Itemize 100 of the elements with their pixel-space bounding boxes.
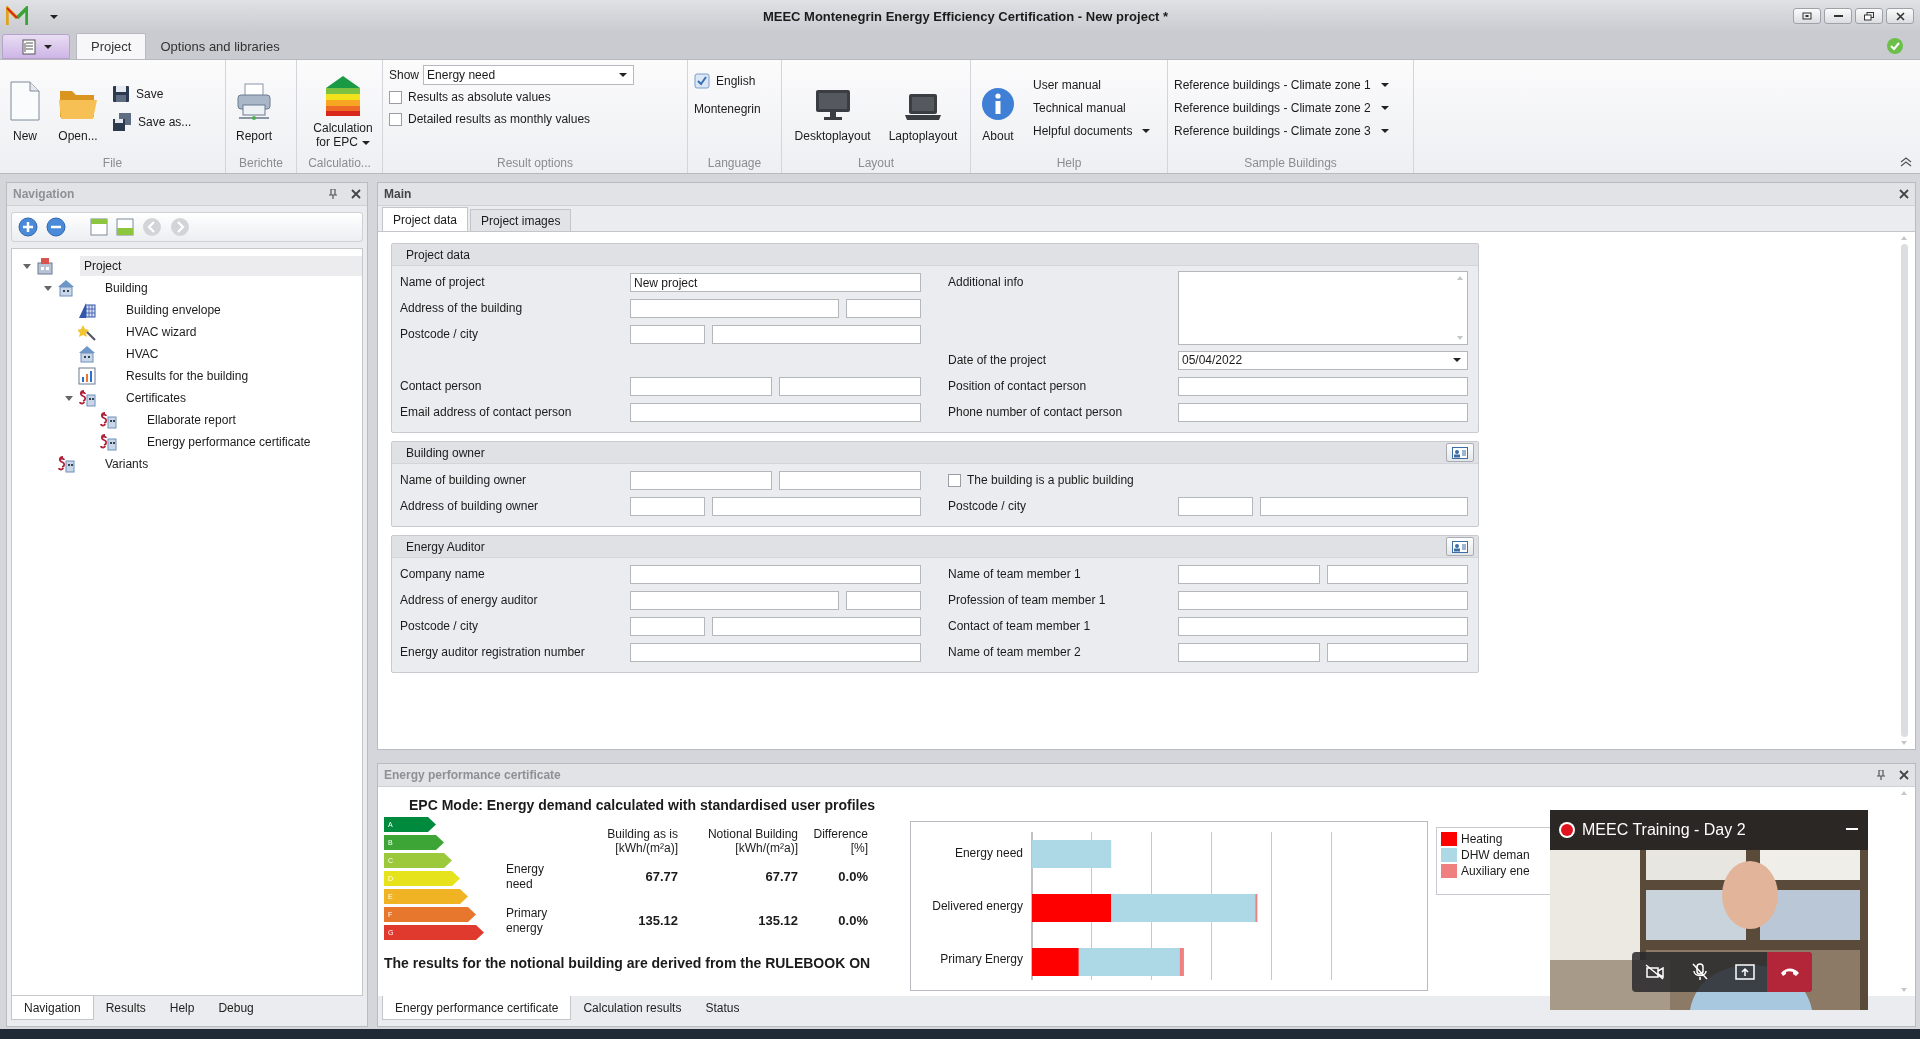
tab[interactable]: Project images xyxy=(470,209,572,231)
text-field[interactable] xyxy=(1326,564,1468,584)
minimize-button[interactable] xyxy=(1824,8,1852,24)
report-button[interactable]: Report xyxy=(232,63,277,153)
text-field[interactable] xyxy=(1326,642,1468,662)
checkbox[interactable] xyxy=(389,90,402,104)
show-dropdown[interactable]: Energy need xyxy=(423,65,635,85)
text-field[interactable] xyxy=(630,496,705,516)
bottom-panel-icon[interactable] xyxy=(116,218,134,236)
pin-icon[interactable] xyxy=(1877,770,1885,780)
checkbox-option[interactable]: Detailed results as monthly values xyxy=(389,109,681,129)
text-field[interactable]: New project xyxy=(630,272,921,292)
open-button[interactable]: Open... xyxy=(54,63,102,153)
tree-item[interactable]: Ellaborate report xyxy=(143,410,362,430)
text-field[interactable] xyxy=(630,402,921,422)
remove-icon[interactable] xyxy=(46,217,66,237)
text-field[interactable] xyxy=(712,496,921,516)
checkbox-option[interactable]: Results as absolute values xyxy=(389,87,681,107)
text-field[interactable] xyxy=(779,376,921,396)
tab[interactable]: Project data xyxy=(382,207,469,231)
text-field[interactable] xyxy=(630,616,705,636)
panel-tab[interactable]: Status xyxy=(693,996,752,1020)
help-link[interactable]: User manual xyxy=(1033,74,1151,96)
wand-icon xyxy=(78,323,96,341)
sample-building-menu[interactable]: Reference buildings - Climate zone 3 xyxy=(1174,120,1389,142)
help-link[interactable]: Technical manual xyxy=(1033,97,1151,119)
expander-icon[interactable] xyxy=(43,284,53,292)
app-logo-icon[interactable] xyxy=(6,6,28,26)
text-field[interactable] xyxy=(1259,496,1468,516)
restore-button[interactable] xyxy=(1855,8,1883,24)
add-icon[interactable] xyxy=(18,217,38,237)
help-link[interactable]: Helpful documents xyxy=(1033,120,1151,142)
text-area[interactable] xyxy=(1178,271,1468,345)
text-field[interactable] xyxy=(1178,590,1468,610)
panel-tab[interactable]: Energy performance certificate xyxy=(382,996,572,1020)
text-field[interactable] xyxy=(1178,496,1253,516)
tree-item[interactable]: Variants xyxy=(101,454,362,474)
panel-tab[interactable]: Results xyxy=(93,996,158,1020)
tree-item[interactable]: Energy performance certificate xyxy=(143,432,362,452)
save-as-button[interactable]: Save as... xyxy=(112,111,192,133)
calculation-button[interactable]: Calculation for EPC xyxy=(303,63,383,153)
app-menu-button[interactable] xyxy=(2,34,70,59)
text-field[interactable] xyxy=(1178,564,1320,584)
hang-up-button[interactable] xyxy=(1767,952,1812,992)
checkbox[interactable] xyxy=(389,112,402,126)
panel-tab[interactable]: Help xyxy=(157,996,207,1020)
collapse-ribbon-icon[interactable] xyxy=(1900,157,1912,167)
sample-building-menu[interactable]: Reference buildings - Climate zone 2 xyxy=(1174,97,1389,119)
new-button[interactable]: New xyxy=(6,63,44,153)
text-field[interactable] xyxy=(630,298,839,318)
language-option[interactable]: Montenegrin xyxy=(694,95,775,123)
tree-item[interactable]: HVAC xyxy=(122,344,362,364)
top-panel-icon[interactable] xyxy=(90,218,108,236)
tree-item[interactable]: Project xyxy=(80,256,362,276)
expander-icon[interactable] xyxy=(22,262,32,270)
ribbon-tab[interactable]: Project xyxy=(76,33,147,59)
sample-building-menu[interactable]: Reference buildings - Climate zone 1 xyxy=(1174,74,1389,96)
date-picker[interactable]: 05/04/2022 xyxy=(1178,350,1468,370)
tree-item[interactable]: Building xyxy=(101,278,362,298)
text-field[interactable] xyxy=(630,564,921,584)
text-field[interactable] xyxy=(630,470,772,490)
close-icon[interactable] xyxy=(351,189,361,199)
ribbon-tab[interactable]: Options and libraries xyxy=(146,33,294,59)
tree-item[interactable]: HVAC wizard xyxy=(122,322,362,342)
text-field[interactable] xyxy=(1178,402,1468,422)
contact-card-button[interactable] xyxy=(1446,443,1474,462)
tree-item[interactable]: Building envelope xyxy=(122,300,362,320)
close-icon[interactable] xyxy=(1899,189,1909,199)
pin-icon[interactable] xyxy=(329,189,337,199)
checkbox-option[interactable]: The building is a public building xyxy=(948,473,1468,487)
about-button[interactable]: About xyxy=(977,63,1019,153)
tree-item[interactable]: Certificates xyxy=(122,388,362,408)
panel-tab[interactable]: Calculation results xyxy=(571,996,694,1020)
text-field[interactable] xyxy=(1178,616,1468,636)
back-icon[interactable] xyxy=(142,217,162,237)
text-field[interactable] xyxy=(630,590,839,610)
close-button[interactable] xyxy=(1886,8,1914,24)
text-field[interactable] xyxy=(630,376,772,396)
panel-tab[interactable]: Debug xyxy=(206,996,266,1020)
text-field[interactable] xyxy=(712,616,921,636)
tree-item[interactable]: Results for the building xyxy=(122,366,362,386)
desktop-layout-button[interactable]: Desktoplayout xyxy=(790,63,875,153)
text-field[interactable] xyxy=(712,324,921,344)
text-field[interactable] xyxy=(1178,376,1468,396)
save-button[interactable]: Save xyxy=(112,83,192,105)
text-field[interactable] xyxy=(1178,642,1320,662)
text-field[interactable] xyxy=(846,298,921,318)
checkbox[interactable] xyxy=(948,473,961,487)
close-icon[interactable] xyxy=(1899,770,1909,780)
expander-icon[interactable] xyxy=(64,394,74,402)
text-field[interactable] xyxy=(630,324,705,344)
panel-tab[interactable]: Navigation xyxy=(11,996,94,1020)
language-option[interactable]: English xyxy=(694,67,775,95)
text-field[interactable] xyxy=(630,642,921,662)
minimize-icon[interactable] xyxy=(1846,828,1858,831)
text-field[interactable] xyxy=(779,470,921,490)
forward-icon[interactable] xyxy=(170,217,190,237)
text-field[interactable] xyxy=(846,590,921,610)
laptop-layout-button[interactable]: Laptoplayout xyxy=(884,63,962,153)
contact-card-button[interactable] xyxy=(1446,537,1474,556)
